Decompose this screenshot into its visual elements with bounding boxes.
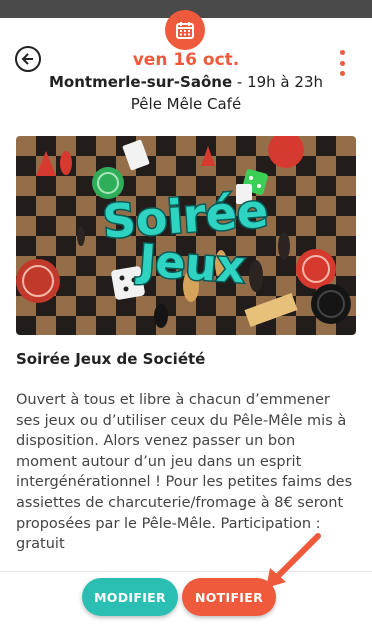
event-title: Soirée Jeux de Société xyxy=(16,350,206,368)
pointer-arrow-annotation xyxy=(266,533,321,588)
hero-title-line2: Jeux xyxy=(135,235,247,293)
event-venue: Pêle Mêle Café xyxy=(130,95,242,113)
event-date: ven 16 oct. xyxy=(132,50,240,70)
modify-button[interactable]: MODIFIER xyxy=(82,578,178,616)
event-time: - 19h à 23h xyxy=(232,73,323,91)
event-hero-image: Soirée Jeux xyxy=(16,136,356,335)
event-city: Montmerle-sur-Saône xyxy=(48,73,233,91)
calendar-icon xyxy=(176,22,194,39)
calendar-badge xyxy=(165,10,205,50)
event-location: Montmerle-sur-Saône - 19h à 23h xyxy=(0,73,372,91)
